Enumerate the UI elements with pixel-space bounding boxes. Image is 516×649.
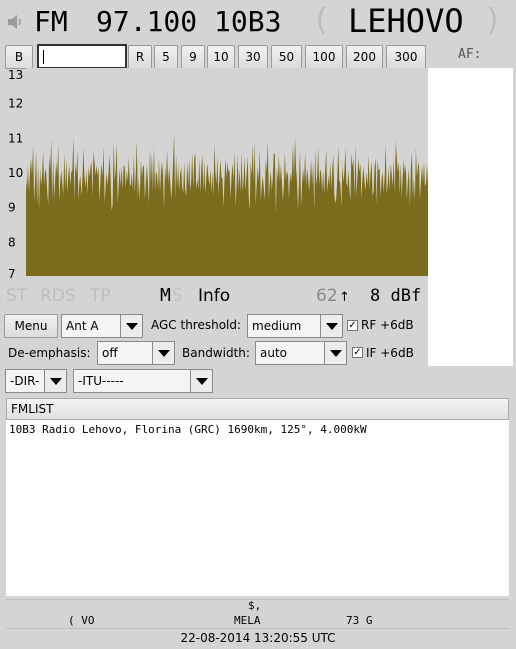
signal-strength: 8 dBf bbox=[370, 286, 422, 306]
deemphasis-select[interactable]: off bbox=[97, 341, 175, 365]
antenna-value: Ant A bbox=[66, 319, 99, 333]
agc-label: AGC threshold: bbox=[151, 318, 242, 332]
info-label[interactable]: Info bbox=[198, 286, 230, 306]
bandwidth-select[interactable]: auto bbox=[255, 341, 347, 365]
stereo-indicator: ST bbox=[6, 286, 28, 306]
step-button-100[interactable]: 100 bbox=[305, 45, 343, 69]
radiotext-line2-center: MELA bbox=[234, 614, 261, 627]
fmlist-title: FMLIST bbox=[11, 402, 54, 416]
itu-select[interactable]: -ITU----- bbox=[73, 369, 213, 393]
rf-6db-label: RF +6dB bbox=[361, 318, 414, 332]
y-tick-label: 9 bbox=[8, 201, 16, 215]
y-tick-label: 8 bbox=[8, 235, 16, 249]
frequency-input[interactable] bbox=[37, 44, 127, 69]
af-label: AF: bbox=[458, 47, 482, 62]
chevron-down-icon bbox=[190, 370, 212, 392]
ms-m-indicator: M bbox=[160, 285, 171, 306]
chevron-down-icon bbox=[44, 370, 66, 392]
rf-up-arrow: ↑ bbox=[339, 290, 350, 305]
dir-value: -DIR- bbox=[10, 374, 40, 388]
af-list[interactable] bbox=[428, 68, 513, 366]
ps-name: LEHOVO bbox=[348, 2, 464, 40]
list-item[interactable]: 10B3 Radio Lehovo, Florina (GRC) 1690km,… bbox=[9, 423, 367, 436]
signal-chart-svg: 13 12 11 10 9 8 7 bbox=[8, 68, 428, 281]
step-button-9[interactable]: 9 bbox=[181, 45, 205, 69]
step-button-5[interactable]: 5 bbox=[154, 45, 178, 69]
menu-button[interactable]: Menu bbox=[4, 314, 58, 338]
tp-indicator: TP bbox=[90, 286, 111, 306]
bandwidth-label: Bandwidth: bbox=[182, 346, 250, 360]
pi-code: 10B3 bbox=[214, 5, 282, 38]
if-6db-label: IF +6dB bbox=[366, 346, 414, 360]
timestamp: 22-08-2014 13:20:55 UTC bbox=[180, 631, 336, 645]
ps-paren-close: ) bbox=[484, 3, 503, 38]
fmlist-list[interactable]: 10B3 Radio Lehovo, Florina (GRC) 1690km,… bbox=[6, 420, 509, 596]
y-tick-label: 10 bbox=[8, 166, 23, 180]
step-button-30[interactable]: 30 bbox=[238, 45, 268, 69]
y-tick-label: 13 bbox=[8, 68, 23, 82]
chevron-down-icon bbox=[320, 315, 342, 337]
y-tick-label: 11 bbox=[8, 131, 23, 145]
rds-indicator: RDS bbox=[40, 286, 76, 306]
ms-s-indicator: S bbox=[172, 285, 183, 306]
radiotext-line1: $, bbox=[248, 599, 262, 612]
chevron-down-icon bbox=[324, 342, 346, 364]
dir-select[interactable]: -DIR- bbox=[5, 369, 67, 393]
pty-number: 62 bbox=[316, 286, 338, 306]
agc-value: medium bbox=[252, 319, 302, 333]
agc-select[interactable]: medium bbox=[247, 314, 343, 338]
mode-label: FM bbox=[34, 5, 68, 38]
antenna-select[interactable]: Ant A bbox=[61, 314, 143, 338]
deemphasis-label: De-emphasis: bbox=[8, 346, 91, 360]
r-button[interactable]: R bbox=[128, 45, 152, 69]
bandwidth-value: auto bbox=[260, 346, 288, 360]
frequency-display[interactable]: 97.100 bbox=[96, 4, 197, 40]
rf-6db-checkbox[interactable]: ✓ bbox=[347, 320, 358, 331]
fmlist-header[interactable]: FMLIST bbox=[6, 398, 509, 420]
deemphasis-value: off bbox=[102, 346, 118, 360]
signal-chart: 13 12 11 10 9 8 7 bbox=[0, 68, 428, 281]
y-tick-label: 7 bbox=[8, 267, 16, 280]
rds-divider-bottom bbox=[6, 628, 509, 629]
radiotext-line2-right: 73 G bbox=[346, 614, 373, 627]
step-button-300[interactable]: 300 bbox=[386, 45, 426, 69]
chevron-down-icon bbox=[152, 342, 174, 364]
itu-value: -ITU----- bbox=[78, 374, 124, 388]
text-cursor bbox=[43, 50, 44, 64]
b-button[interactable]: B bbox=[5, 45, 33, 69]
speaker-icon[interactable] bbox=[7, 14, 25, 30]
step-button-10[interactable]: 10 bbox=[207, 45, 235, 69]
y-tick-label: 12 bbox=[8, 97, 23, 111]
chevron-down-icon bbox=[120, 315, 142, 337]
step-button-50[interactable]: 50 bbox=[271, 45, 302, 69]
step-button-200[interactable]: 200 bbox=[346, 45, 383, 69]
if-6db-checkbox[interactable]: ✓ bbox=[352, 347, 363, 358]
radiotext-line2-left: ( VO bbox=[68, 614, 95, 627]
ps-paren-open: ( bbox=[312, 3, 331, 38]
